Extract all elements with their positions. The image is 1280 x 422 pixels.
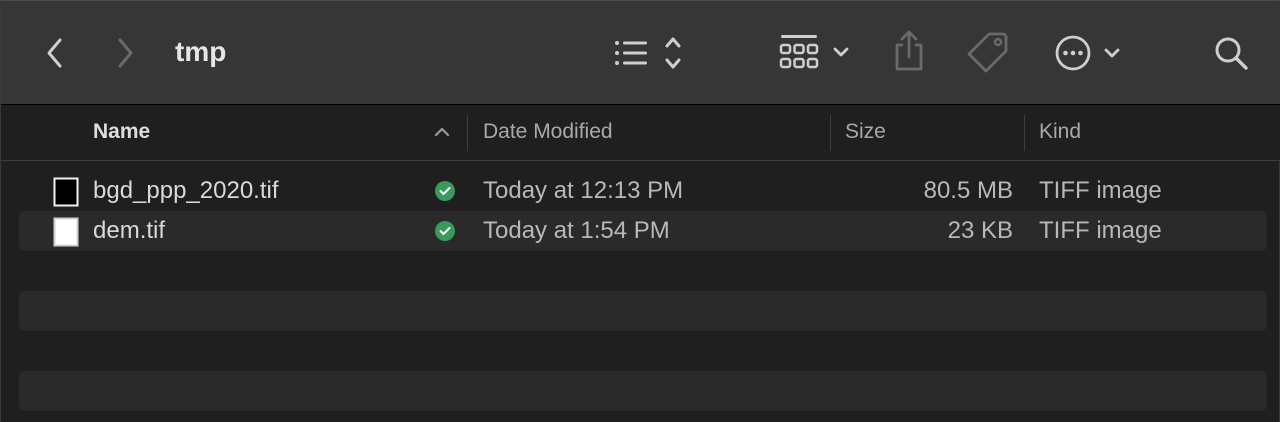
sync-check-icon	[435, 221, 455, 241]
chevron-left-icon[interactable]	[37, 31, 73, 75]
column-divider[interactable]	[830, 115, 831, 151]
grid-group-icon[interactable]	[779, 33, 853, 73]
column-size-header[interactable]: Size	[845, 105, 886, 161]
file-kind: TIFF image	[1039, 177, 1162, 204]
column-divider[interactable]	[1024, 115, 1025, 151]
file-date: Today at 12:13 PM	[483, 177, 684, 204]
ellipsis-circle-icon[interactable]	[1053, 33, 1125, 73]
tag-icon[interactable]	[965, 29, 1011, 75]
column-divider[interactable]	[467, 115, 468, 151]
file-row[interactable]: bgd_ppp_2020.tif Today at 12:13 PM 80.5 …	[19, 171, 1267, 211]
finder-window: tmp Name Date Modified Size Kind bgd_ppp…	[0, 0, 1280, 422]
file-size: 23 KB	[947, 217, 1013, 244]
empty-row	[19, 291, 1267, 331]
file-name: bgd_ppp_2020.tif	[93, 177, 279, 204]
magnifier-icon[interactable]	[1211, 33, 1251, 73]
empty-row	[19, 371, 1267, 411]
column-kind-header[interactable]: Kind	[1039, 105, 1081, 161]
chevron-right-icon[interactable]	[107, 31, 143, 75]
file-name: dem.tif	[93, 217, 166, 244]
list-view-icon[interactable]	[611, 33, 687, 73]
file-row[interactable]: dem.tif Today at 1:54 PM 23 KB TIFF imag…	[19, 211, 1267, 251]
tiff-file-icon	[53, 217, 79, 252]
tiff-file-icon	[53, 177, 79, 212]
toolbar: tmp	[1, 1, 1280, 105]
share-icon[interactable]	[889, 29, 929, 75]
column-header: Name Date Modified Size Kind	[1, 105, 1280, 161]
column-date-header[interactable]: Date Modified	[483, 105, 613, 161]
file-size: 80.5 MB	[923, 177, 1013, 204]
file-date: Today at 1:54 PM	[483, 217, 670, 244]
file-kind: TIFF image	[1039, 217, 1162, 244]
sort-ascending-icon[interactable]	[433, 125, 451, 144]
window-title: tmp	[175, 36, 227, 67]
sync-check-icon	[435, 181, 455, 201]
column-name-header[interactable]: Name	[93, 105, 150, 161]
